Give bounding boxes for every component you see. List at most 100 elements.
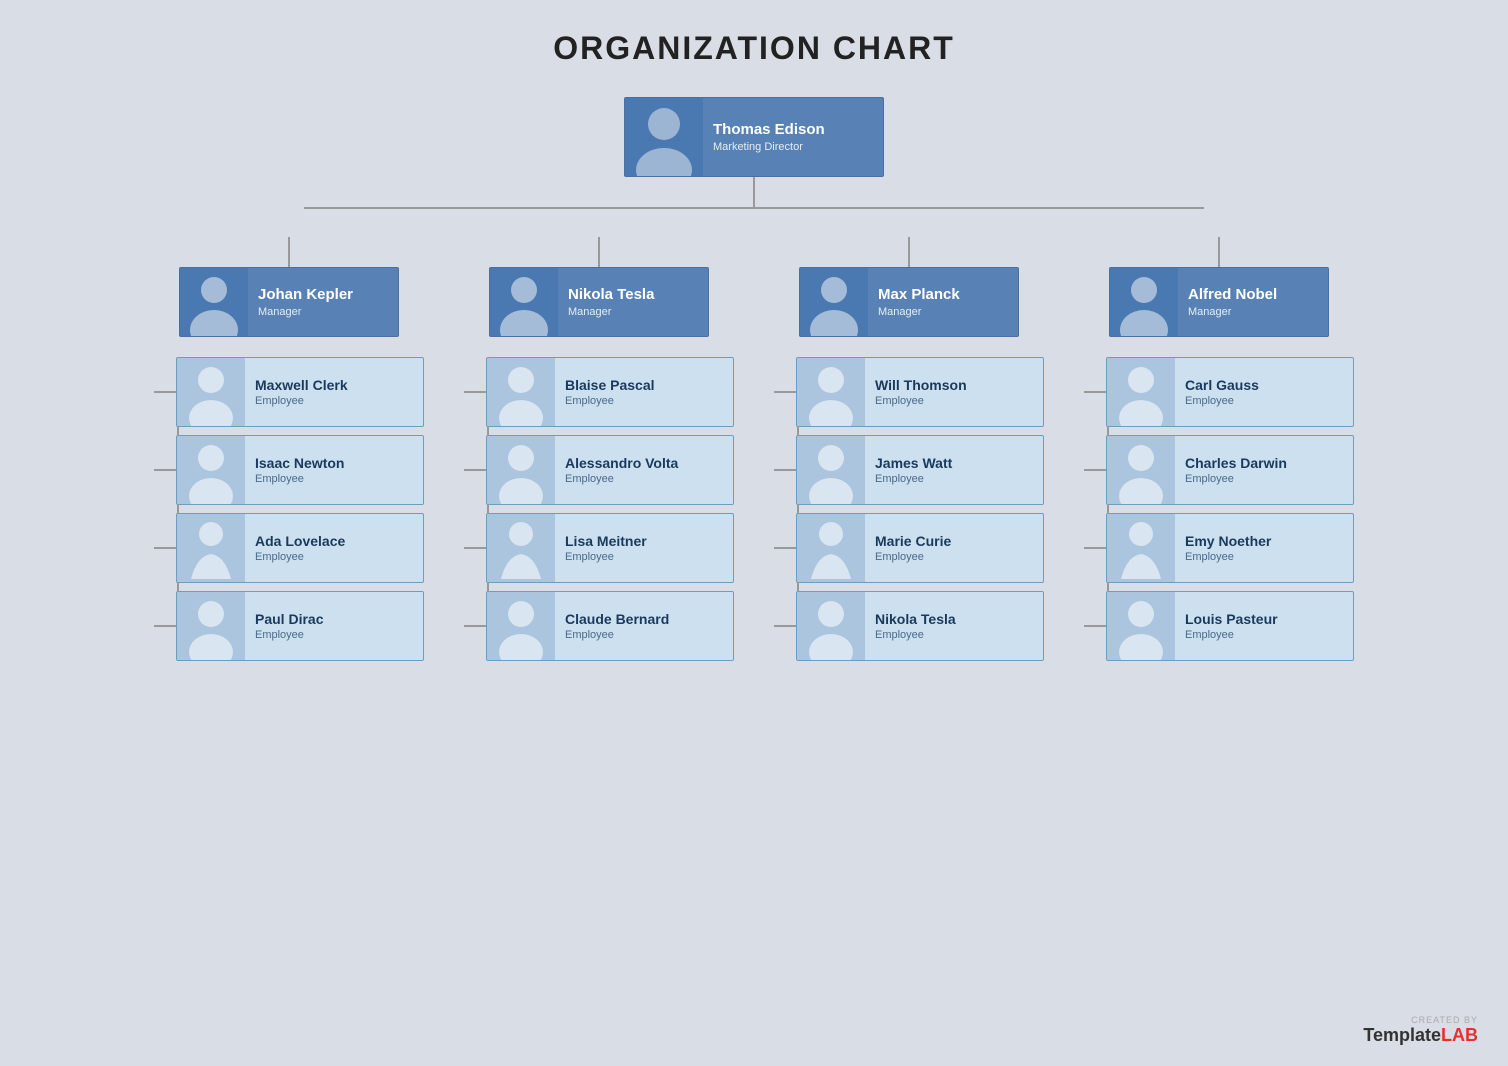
- node-info: Will ThomsonEmployee: [865, 373, 977, 412]
- node-role: Employee: [1185, 551, 1271, 563]
- emp-item: Louis PasteurEmployee: [1084, 591, 1354, 661]
- node-role: Employee: [255, 473, 344, 485]
- node-info: Alessandro VoltaEmployee: [555, 451, 688, 490]
- manager-branch-3: Alfred NobelManager Carl GaussEmployee C…: [1084, 237, 1354, 661]
- employee-card: Ada LovelaceEmployee: [176, 513, 424, 583]
- emp-h-line: [1084, 625, 1106, 627]
- emp-list: Maxwell ClerkEmployee Isaac NewtonEmploy…: [154, 357, 424, 661]
- root-avatar: [625, 98, 703, 176]
- node-info: Alfred NobelManager: [1178, 282, 1287, 322]
- employee-card: Carl GaussEmployee: [1106, 357, 1354, 427]
- node-name: Charles Darwin: [1185, 455, 1287, 472]
- avatar: [487, 358, 555, 426]
- manager-card: Johan Kepler Manager: [179, 267, 399, 337]
- employee-card: Claude BernardEmployee: [486, 591, 734, 661]
- node-name: Will Thomson: [875, 377, 967, 394]
- emp-item: Lisa MeitnerEmployee: [464, 513, 734, 583]
- tree-connector: [154, 177, 1354, 237]
- node-info: Emy NoetherEmployee: [1175, 529, 1281, 568]
- employee-card: Isaac NewtonEmployee: [176, 435, 424, 505]
- node-info: James WattEmployee: [865, 451, 962, 490]
- avatar: [1107, 358, 1175, 426]
- avatar: [177, 592, 245, 660]
- manager-branch-2: Max PlanckManager Will ThomsonEmployee J…: [774, 237, 1044, 661]
- avatar: [490, 268, 558, 336]
- employee-card: Marie CurieEmployee: [796, 513, 1044, 583]
- page-title: ORGANIZATION CHART: [553, 30, 955, 67]
- employee-card: Blaise PascalEmployee: [486, 357, 734, 427]
- node-name: Alfred Nobel: [1188, 286, 1277, 304]
- avatar: [487, 592, 555, 660]
- emp-item: Claude BernardEmployee: [464, 591, 734, 661]
- avatar: [797, 592, 865, 660]
- watermark-brand-suffix: LAB: [1441, 1025, 1478, 1045]
- node-name: Ada Lovelace: [255, 533, 345, 550]
- emp-h-line: [464, 547, 486, 549]
- avatar: [177, 514, 245, 582]
- avatar: [797, 514, 865, 582]
- emp-h-line: [464, 391, 486, 393]
- avatar: [180, 268, 248, 336]
- emp-item: Emy NoetherEmployee: [1084, 513, 1354, 583]
- node-role: Employee: [565, 473, 678, 485]
- node-role: Employee: [875, 551, 951, 563]
- emp-item: James WattEmployee: [774, 435, 1044, 505]
- node-info: Isaac NewtonEmployee: [245, 451, 354, 490]
- emp-h-line: [774, 391, 796, 393]
- node-info: Blaise PascalEmployee: [555, 373, 665, 412]
- node-name: Marie Curie: [875, 533, 951, 550]
- node-name: James Watt: [875, 455, 952, 472]
- avatar: [1110, 268, 1178, 336]
- emp-item: Maxwell ClerkEmployee: [154, 357, 424, 427]
- node-name: Johan Kepler: [258, 286, 353, 304]
- avatar: [177, 436, 245, 504]
- node-info: Nikola TeslaEmployee: [865, 607, 966, 646]
- root-node: Thomas Edison Marketing Director: [624, 97, 884, 177]
- node-role: Employee: [565, 551, 647, 563]
- node-info: Johan Kepler Manager: [248, 282, 363, 322]
- emp-h-line: [464, 625, 486, 627]
- employee-card: Louis PasteurEmployee: [1106, 591, 1354, 661]
- node-role: Employee: [875, 473, 952, 485]
- avatar: [1107, 592, 1175, 660]
- emp-h-line: [154, 547, 176, 549]
- node-role: Manager: [258, 306, 353, 318]
- emp-h-line: [774, 469, 796, 471]
- emp-list: Carl GaussEmployee Charles Darwin Employe…: [1084, 357, 1354, 661]
- emp-list: Blaise PascalEmployee Alessandro VoltaEm…: [464, 357, 734, 661]
- emp-h-line: [774, 625, 796, 627]
- node-name: Alessandro Volta: [565, 455, 678, 472]
- node-info: Louis PasteurEmployee: [1175, 607, 1288, 646]
- emp-h-line: [774, 547, 796, 549]
- emp-h-line: [1084, 469, 1106, 471]
- root-info: Thomas Edison Marketing Director: [703, 117, 835, 157]
- mgr-connector-top: [908, 237, 910, 267]
- root-role: Marketing Director: [713, 141, 825, 153]
- avatar: [177, 358, 245, 426]
- node-name: Paul Dirac: [255, 611, 323, 628]
- node-role: Employee: [255, 629, 323, 641]
- emp-h-line: [154, 391, 176, 393]
- node-info: Max PlanckManager: [868, 282, 970, 322]
- managers-row: Johan Kepler Manager Maxwell ClerkEmploye…: [154, 237, 1354, 661]
- root-name: Thomas Edison: [713, 121, 825, 139]
- node-info: Marie CurieEmployee: [865, 529, 961, 568]
- node-name: Claude Bernard: [565, 611, 669, 628]
- emp-item: Carl GaussEmployee: [1084, 357, 1354, 427]
- manager-branch-0: Johan Kepler Manager Maxwell ClerkEmploye…: [154, 237, 424, 661]
- node-name: Emy Noether: [1185, 533, 1271, 550]
- employee-card: Alessandro VoltaEmployee: [486, 435, 734, 505]
- emp-item: Will ThomsonEmployee: [774, 357, 1044, 427]
- emp-h-line: [154, 625, 176, 627]
- manager-card: Alfred NobelManager: [1109, 267, 1329, 337]
- watermark-brand-prefix: Template: [1363, 1025, 1441, 1045]
- mgr-connector-top: [598, 237, 600, 267]
- avatar: [487, 436, 555, 504]
- emp-item: Alessandro VoltaEmployee: [464, 435, 734, 505]
- manager-card: Nikola TeslaManager: [489, 267, 709, 337]
- employee-card: Paul DiracEmployee: [176, 591, 424, 661]
- node-info: Ada LovelaceEmployee: [245, 529, 355, 568]
- emp-item: Paul DiracEmployee: [154, 591, 424, 661]
- node-role: Employee: [565, 395, 655, 407]
- node-info: Claude BernardEmployee: [555, 607, 679, 646]
